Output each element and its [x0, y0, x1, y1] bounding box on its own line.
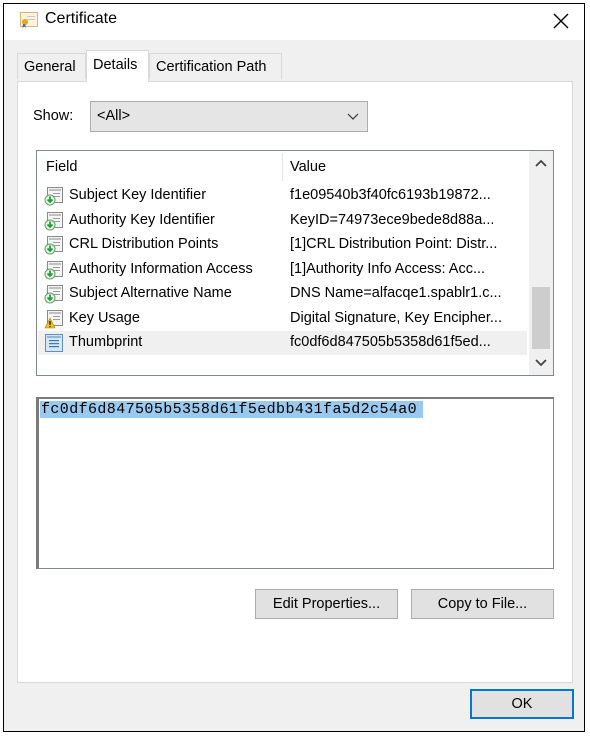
scroll-down-button[interactable] — [529, 351, 553, 375]
field-name: Authority Information Access — [69, 260, 253, 277]
thumbprint-value-text[interactable]: fc0df6d847505b5358d61f5edbb431fa5d2c54a0 — [40, 401, 424, 418]
scroll-thumb[interactable] — [532, 287, 550, 349]
list-row[interactable]: Authority Information Access [1]Authority… — [38, 258, 527, 282]
show-dropdown[interactable]: <All> — [90, 101, 368, 132]
chevron-down-icon — [535, 359, 547, 367]
extension-icon — [44, 211, 64, 231]
certificate-dialog: Certificate General Details Certificatio… — [3, 3, 585, 732]
field-value: fc0df6d847505b5358d61f5ed... — [290, 334, 491, 350]
extension-icon — [44, 235, 64, 255]
chevron-up-icon — [535, 159, 547, 167]
field-name: Subject Alternative Name — [69, 285, 232, 301]
details-panel: Show: <All> Field Value Subject Key Iden… — [17, 81, 573, 683]
column-divider[interactable] — [282, 153, 283, 181]
tab-details[interactable]: Details — [86, 50, 149, 82]
close-icon — [553, 13, 569, 29]
window-title: Certificate — [45, 10, 118, 27]
extension-icon — [44, 284, 64, 304]
show-label: Show: — [33, 108, 74, 124]
list-row[interactable]: Key Usage Digital Signature, Key Encipher… — [38, 307, 527, 331]
close-button[interactable] — [544, 6, 578, 36]
tab-certification-path[interactable]: Certification Path — [149, 53, 282, 79]
list-row[interactable]: Subject Key Identifier f1e09540b3f40fc619… — [38, 184, 527, 208]
field-value: KeyID=74973ece9bede8d88a... — [290, 211, 495, 228]
title-bar: Certificate — [4, 4, 584, 40]
scroll-up-button[interactable] — [529, 151, 553, 175]
tab-label: Details — [93, 57, 138, 73]
field-value: [1]Authority Info Access: Acc... — [290, 260, 486, 277]
tab-label: General — [24, 59, 76, 75]
list-header: Field Value — [37, 151, 527, 183]
column-header-value[interactable]: Value — [290, 159, 326, 175]
certificate-icon — [20, 12, 38, 28]
list-row[interactable]: Authority Key Identifier KeyID=74973ece9b… — [38, 209, 527, 233]
show-selected-value: <All> — [97, 108, 131, 124]
copy-to-file-button[interactable]: Copy to File... — [411, 589, 554, 619]
list-row[interactable]: Thumbprint fc0df6d847505b5358d61f5ed... — [38, 331, 527, 355]
tab-label: Certification Path — [156, 59, 267, 75]
field-name: Subject Key Identifier — [69, 187, 207, 203]
field-name: Authority Key Identifier — [69, 211, 215, 228]
field-name: Key Usage — [69, 309, 140, 326]
extension-icon — [44, 260, 64, 280]
ok-button[interactable]: OK — [470, 689, 574, 719]
critical-extension-icon — [44, 309, 64, 329]
field-name: CRL Distribution Points — [69, 236, 219, 252]
list-row[interactable]: Subject Alternative Name DNS Name=alfacqe… — [38, 282, 527, 306]
fields-list[interactable]: Field Value Subject Key Identifier f1e095… — [36, 150, 554, 376]
list-row[interactable]: CRL Distribution Points [1]CRL Distributi… — [38, 233, 527, 257]
field-value: Digital Signature, Key Encipher... — [290, 309, 502, 326]
field-name: Thumbprint — [69, 334, 143, 350]
field-value: [1]CRL Distribution Point: Distr... — [290, 236, 498, 252]
field-value: f1e09540b3f40fc6193b19872... — [290, 187, 491, 203]
column-header-field[interactable]: Field — [46, 159, 77, 175]
tab-general[interactable]: General — [17, 53, 86, 79]
chevron-down-icon — [347, 113, 359, 120]
edit-properties-button[interactable]: Edit Properties... — [255, 589, 398, 619]
field-value: DNS Name=alfacqe1.spablr1.c... — [290, 285, 502, 301]
property-icon — [44, 333, 64, 353]
list-scrollbar[interactable] — [529, 151, 553, 375]
field-value-textbox[interactable]: fc0df6d847505b5358d61f5edbb431fa5d2c54a0 — [36, 397, 554, 569]
extension-icon — [44, 186, 64, 206]
